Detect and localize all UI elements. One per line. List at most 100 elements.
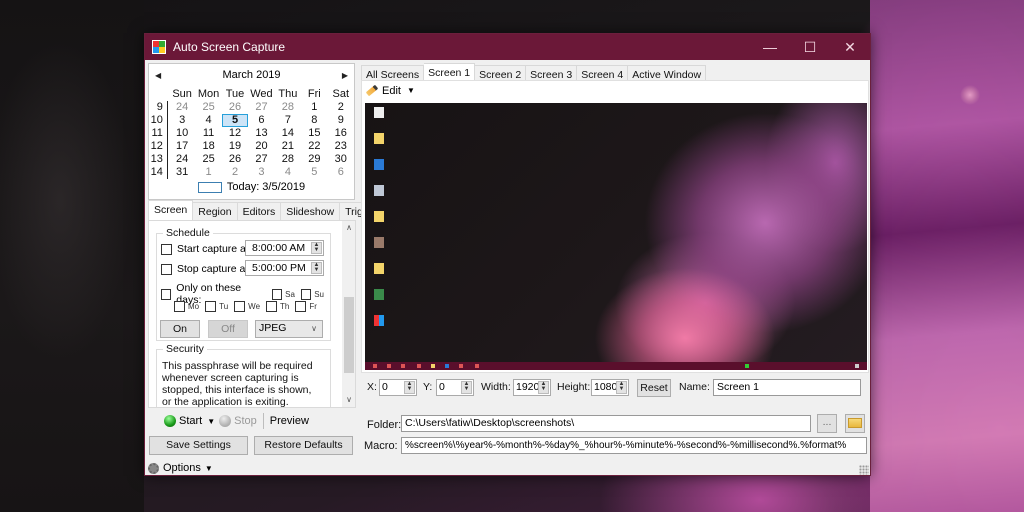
stop-button[interactable]: Stop (234, 415, 257, 427)
options-menu[interactable]: Options ▼ (148, 460, 356, 476)
calendar-day[interactable]: 3 (169, 114, 195, 127)
calendar-day[interactable]: 25 (195, 153, 221, 166)
title-bar[interactable]: Auto Screen Capture — ☐ ✕ (145, 34, 870, 60)
calendar-day[interactable]: 27 (248, 153, 274, 166)
day-checkbox-th[interactable] (266, 301, 278, 312)
calendar-day[interactable]: 29 (301, 153, 327, 166)
tab-active-window[interactable]: Active Window (628, 65, 707, 81)
width-input[interactable]: 1920 ▲ ▼ (513, 379, 551, 396)
start-capture-checkbox[interactable] (161, 243, 172, 255)
day-checkbox-mo[interactable] (174, 301, 185, 312)
tab-screen-4[interactable]: Screen 4 (577, 65, 629, 81)
calendar-day[interactable]: 19 (222, 140, 248, 153)
calendar-day[interactable]: 1 (195, 166, 221, 179)
day-checkbox-tu[interactable] (205, 301, 217, 312)
tab-screen[interactable]: Screen (148, 200, 194, 220)
edit-dropdown-icon[interactable]: ▼ (407, 86, 415, 95)
calendar-day[interactable]: 21 (275, 140, 301, 153)
start-button[interactable]: Start (179, 415, 202, 427)
day-checkbox-su[interactable] (300, 288, 312, 300)
scrollbar-thumb[interactable] (344, 297, 354, 373)
calendar-day[interactable]: 13 (248, 127, 274, 140)
edit-button[interactable]: Edit (382, 85, 401, 97)
calendar-day[interactable]: 23 (328, 140, 354, 153)
width-spinner[interactable]: ▲ ▼ (538, 381, 549, 394)
calendar-day[interactable]: 26 (222, 101, 248, 114)
calendar-day[interactable]: 27 (248, 101, 274, 114)
calendar-day[interactable]: 6 (248, 114, 274, 127)
only-these-days-checkbox[interactable] (161, 288, 172, 300)
start-dropdown-icon[interactable]: ▼ (207, 417, 215, 426)
calendar-day[interactable]: 11 (195, 127, 221, 140)
calendar-day[interactable]: 7 (275, 114, 301, 127)
tab-screen-1[interactable]: Screen 1 (424, 63, 476, 80)
calendar-day[interactable]: 6 (328, 166, 354, 179)
tab-editors[interactable]: Editors (237, 202, 282, 220)
save-settings-button[interactable]: Save Settings (149, 436, 248, 455)
image-format-select[interactable]: JPEG ∨ (255, 320, 323, 338)
restore-defaults-button[interactable]: Restore Defaults (254, 436, 353, 455)
day-checkbox-sa[interactable] (271, 288, 283, 300)
folder-input[interactable]: C:\Users\fatiw\Desktop\screenshots\ (401, 415, 811, 432)
minimize-button[interactable]: — (750, 34, 790, 60)
calendar-day[interactable]: 2 (222, 166, 248, 179)
calendar-day[interactable]: 3 (248, 166, 274, 179)
month-calendar[interactable]: ◀ March 2019 ▶ Sun Mon Tue Wed Thu Fri Sat 9 24 2… (148, 63, 355, 200)
calendar-day[interactable]: 28 (275, 101, 301, 114)
reset-button[interactable]: Reset (637, 379, 671, 397)
calendar-day[interactable]: 5 (301, 166, 327, 179)
day-checkbox-we[interactable] (234, 301, 246, 312)
tab-screen-2[interactable]: Screen 2 (475, 65, 527, 81)
calendar-day[interactable]: 24 (169, 153, 195, 166)
preview-button[interactable]: Preview (270, 415, 309, 427)
start-time-spinner[interactable]: ▲ ▼ (311, 242, 322, 254)
previous-month-arrow-icon[interactable]: ◀ (155, 71, 161, 80)
calendar-day[interactable]: 15 (301, 127, 327, 140)
calendar-day[interactable]: 8 (301, 114, 327, 127)
calendar-day[interactable]: 4 (195, 114, 221, 127)
calendar-day[interactable]: 24 (169, 101, 195, 114)
resize-grip[interactable] (859, 465, 869, 475)
close-button[interactable]: ✕ (830, 34, 870, 60)
calendar-day[interactable]: 25 (195, 101, 221, 114)
tab-slideshow[interactable]: Slideshow (281, 202, 341, 220)
y-spinner[interactable]: ▲ ▼ (461, 381, 472, 394)
calendar-day[interactable]: 20 (248, 140, 274, 153)
schedule-on-button[interactable]: On (160, 320, 200, 338)
calendar-month-label[interactable]: March 2019 (222, 69, 280, 81)
calendar-day[interactable]: 18 (195, 140, 221, 153)
calendar-day[interactable]: 14 (275, 127, 301, 140)
calendar-day[interactable]: 2 (328, 101, 354, 114)
maximize-button[interactable]: ☐ (790, 34, 830, 60)
start-time-picker[interactable]: 8:00:00 AM ▲ ▼ (245, 240, 324, 256)
calendar-day[interactable]: 16 (328, 127, 354, 140)
scroll-up-icon[interactable]: ∧ (342, 221, 355, 235)
calendar-day[interactable]: 12 (222, 127, 248, 140)
height-input[interactable]: 1080 ▲ ▼ (591, 379, 629, 396)
scroll-down-icon[interactable]: ∨ (342, 393, 355, 407)
calendar-day[interactable]: 22 (301, 140, 327, 153)
calendar-day[interactable]: 26 (222, 153, 248, 166)
day-checkbox-fr[interactable] (295, 301, 307, 312)
calendar-day[interactable]: 9 (328, 114, 354, 127)
calendar-day[interactable]: 1 (301, 101, 327, 114)
tab-region[interactable]: Region (193, 202, 238, 220)
schedule-off-button[interactable]: Off (208, 320, 248, 338)
y-input[interactable]: 0 ▲ ▼ (436, 379, 474, 396)
calendar-day[interactable]: 31 (169, 166, 195, 179)
stop-time-picker[interactable]: 5:00:00 PM ▲ ▼ (245, 260, 324, 276)
vertical-scrollbar[interactable]: ∧ ∨ (342, 221, 355, 407)
today-label[interactable]: Today: 3/5/2019 (227, 181, 305, 193)
calendar-day[interactable]: 30 (328, 153, 354, 166)
calendar-day[interactable]: 17 (169, 140, 195, 153)
next-month-arrow-icon[interactable]: ▶ (342, 71, 348, 80)
open-folder-button[interactable] (845, 414, 865, 433)
calendar-day[interactable]: 4 (275, 166, 301, 179)
stop-capture-checkbox[interactable] (161, 263, 172, 275)
height-spinner[interactable]: ▲ ▼ (616, 381, 627, 394)
screen-name-input[interactable]: Screen 1 (713, 379, 861, 396)
stop-time-spinner[interactable]: ▲ ▼ (311, 262, 322, 274)
calendar-today[interactable]: Today: 3/5/2019 (149, 181, 354, 193)
calendar-day[interactable]: 10 (169, 127, 195, 140)
tab-screen-3[interactable]: Screen 3 (526, 65, 578, 81)
